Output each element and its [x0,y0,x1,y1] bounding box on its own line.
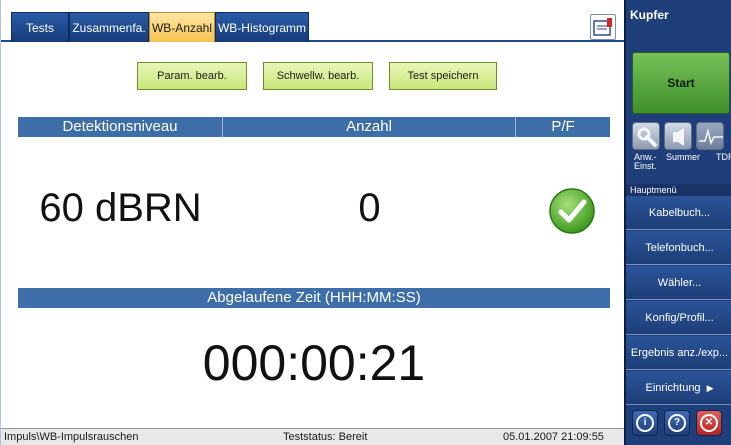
tab-wb-histogram[interactable]: WB-Histogramm [215,12,309,42]
column-header-count: Anzahl [223,117,516,137]
close-icon: ✕ [700,414,718,432]
edit-params-button[interactable]: Param. bearb. [137,62,247,90]
menu-item-phone-book[interactable]: Telefonbuch... [626,231,731,265]
export-button[interactable] [590,14,616,40]
export-icon [593,18,612,36]
elapsed-time-value: 000:00:21 [202,335,426,391]
info-button[interactable]: i [632,410,658,436]
tool-label-tdr: TDR [716,152,731,162]
help-icon: ? [668,414,686,432]
menu-item-setup-label: Einrichtung [645,382,701,394]
column-header-pass-fail: P/F [551,118,575,135]
pass-check-icon [549,188,595,234]
close-button[interactable]: ✕ [696,410,722,436]
side-panel: Kupfer Start Anw.- Einst. Summer TDR Hau… [624,0,731,445]
info-icon: i [636,414,654,432]
status-path: Impuls\WB-Impulsrauschen [4,431,139,443]
wrench-glyph-icon [637,127,657,147]
menu-item-setup[interactable]: Einrichtung ▶ [626,371,731,405]
wrench-icon[interactable] [632,122,660,150]
tab-summary[interactable]: Zusammenfa. [69,12,149,42]
edit-threshold-button[interactable]: Schwellw. bearb. [263,62,373,90]
menu-item-dialer[interactable]: Wähler... [626,266,731,300]
status-datetime: 05.01.2007 21:09:55 [503,431,604,443]
side-panel-title: Kupfer [630,8,669,22]
tool-label-buzzer: Summer [666,152,701,162]
save-test-button[interactable]: Test speichern [389,62,497,90]
speaker-glyph-icon [673,128,684,146]
tool-label-settings: Anw.- Einst. [634,152,657,171]
start-button[interactable]: Start [632,52,730,114]
column-header-detection-level: Detektionsniveau [18,117,223,137]
menu-item-cable-book[interactable]: Kabelbuch... [626,196,731,230]
results-table-header: Detektionsniveau Anzahl P/F [18,117,610,137]
count-value: 0 [358,186,381,230]
tab-tests[interactable]: Tests [11,12,69,42]
chevron-right-icon: ▶ [706,383,714,393]
waveform-glyph-icon [699,128,723,146]
main-panel: Tests Zusammenfa. WB-Anzahl WB-Histogram… [0,0,625,445]
tab-wb-count[interactable]: WB-Anzahl [149,12,215,42]
elapsed-time-header: Abgelaufene Zeit (HHH:MM:SS) [18,288,610,308]
help-button[interactable]: ? [664,410,690,436]
speaker-icon[interactable] [664,122,692,150]
tab-bar: Tests Zusammenfa. WB-Anzahl WB-Histogram… [1,0,625,42]
status-bar: Impuls\WB-Impulsrauschen Teststatus: Ber… [1,428,625,445]
menu-item-results-export[interactable]: Ergebnis anz./exp... [626,336,731,370]
waveform-icon[interactable] [696,122,724,150]
menu-item-config-profile[interactable]: Konfig/Profil... [626,301,731,335]
status-test-state: Teststatus: Bereit [283,431,368,443]
detection-level-value: 60 dBRN [39,186,202,230]
main-menu-header: Hauptmenü [626,184,731,196]
